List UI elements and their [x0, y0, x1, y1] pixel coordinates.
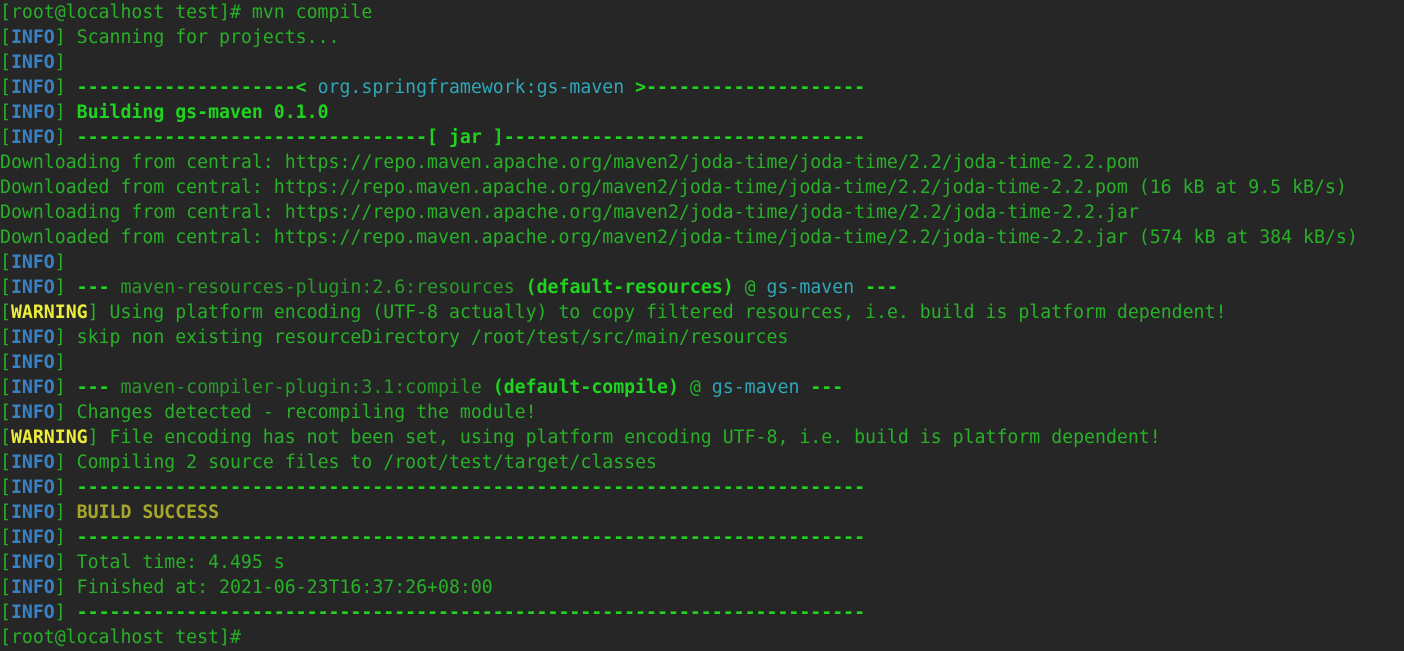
- log-line: [INFO]: [0, 52, 66, 73]
- plugin-name: maven-compiler-plugin:3.1:compile: [120, 377, 482, 398]
- log-line: [INFO]: [0, 352, 66, 373]
- plugin-execution: (default-resources): [525, 277, 734, 298]
- log-level-info: INFO: [10, 527, 55, 548]
- packaging-type: jar: [448, 127, 482, 148]
- at-sign: @: [689, 377, 701, 398]
- log-level-info: INFO: [10, 327, 55, 348]
- shell-command: mvn compile: [240, 2, 373, 23]
- project-name: gs-maven: [766, 277, 855, 298]
- log-line: [INFO] Compiling 2 source files to /root…: [0, 452, 658, 473]
- log-line: [INFO] Building gs-maven 0.1.0: [0, 102, 329, 123]
- header-dashes: >--------------------: [624, 77, 866, 98]
- at-sign: @: [744, 277, 756, 298]
- plugin-dashes: ---: [76, 377, 110, 398]
- log-line: [INFO] Total time: 4.495 s: [0, 552, 285, 573]
- log-level-info: INFO: [10, 77, 55, 98]
- log-line: [WARNING] File encoding has not been set…: [0, 427, 1161, 448]
- terminal-window[interactable]: [root@localhost test]# mvn compile [INFO…: [0, 0, 1404, 651]
- log-level-info: INFO: [10, 577, 55, 598]
- terminal-line-command: [root@localhost test]# mvn compile: [0, 0, 1404, 25]
- separator-line: ----------------------------------------…: [65, 477, 866, 498]
- log-level-warning: WARNING: [10, 427, 88, 448]
- log-level-info: INFO: [10, 252, 55, 273]
- log-level-info: INFO: [10, 102, 55, 123]
- log-line: [INFO]: [0, 252, 66, 273]
- project-name: gs-maven: [711, 377, 800, 398]
- log-message: Changes detected - recompiling the modul…: [65, 402, 537, 423]
- log-level-info: INFO: [10, 602, 55, 623]
- finished-at: Finished at: 2021-06-23T16:37:26+08:00: [65, 577, 493, 598]
- log-line: [INFO] --- maven-resources-plugin:2.6:re…: [0, 277, 898, 298]
- log-line: [INFO] ---------------------------------…: [0, 477, 866, 498]
- log-level-info: INFO: [10, 452, 55, 473]
- log-line: [INFO] Changes detected - recompiling th…: [0, 402, 537, 423]
- plugin-execution: (default-compile): [492, 377, 679, 398]
- log-level-warning: WARNING: [10, 302, 88, 323]
- plugin-name: maven-resources-plugin:2.6:resources: [120, 277, 515, 298]
- shell-prompt: [root@localhost test]#: [0, 627, 241, 648]
- log-line: [INFO] --- maven-compiler-plugin:3.1:com…: [0, 377, 844, 398]
- building-project: Building gs-maven 0.1.0: [76, 102, 329, 123]
- log-level-info: INFO: [10, 52, 55, 73]
- log-line: [WARNING] Using platform encoding (UTF-8…: [0, 302, 1227, 323]
- log-line: [INFO] ---------------------------------…: [0, 527, 866, 548]
- log-line: [INFO] skip non existing resourceDirecto…: [0, 327, 789, 348]
- log-message: Scanning for projects...: [65, 27, 340, 48]
- total-time: Total time: 4.495 s: [65, 552, 285, 573]
- log-level-info: INFO: [10, 377, 55, 398]
- log-level-info: INFO: [10, 352, 55, 373]
- header-dashes: ]---------------------------------: [481, 127, 866, 148]
- log-level-info: INFO: [10, 277, 55, 298]
- log-level-info: INFO: [10, 127, 55, 148]
- log-level-info: INFO: [10, 552, 55, 573]
- download-line: Downloading from central: https://repo.m…: [0, 202, 1139, 223]
- log-message: Compiling 2 source files to /root/test/t…: [65, 452, 658, 473]
- build-status: BUILD SUCCESS: [76, 502, 220, 523]
- log-level-info: INFO: [10, 477, 55, 498]
- log-line: [INFO] Scanning for projects...: [0, 27, 340, 48]
- terminal-line-prompt[interactable]: [root@localhost test]#: [0, 625, 1404, 650]
- plugin-dashes: ---: [865, 277, 898, 298]
- log-line: [INFO] ---------------------------------…: [0, 602, 866, 623]
- log-line: [INFO] BUILD SUCCESS: [0, 502, 220, 523]
- header-dashes: --------------------<: [65, 77, 318, 98]
- log-message: File encoding has not been set, using pl…: [98, 427, 1161, 448]
- log-level-info: INFO: [10, 502, 55, 523]
- artifact-id: org.springframework:gs-maven: [317, 77, 625, 98]
- log-level-info: INFO: [10, 27, 55, 48]
- plugin-dashes: ---: [76, 277, 110, 298]
- separator-line: ----------------------------------------…: [65, 602, 866, 623]
- shell-prompt: [root@localhost test]#: [0, 2, 241, 23]
- log-message: skip non existing resourceDirectory /roo…: [65, 327, 789, 348]
- header-dashes: --------------------------------[: [65, 127, 449, 148]
- log-message: Using platform encoding (UTF-8 actually)…: [98, 302, 1227, 323]
- log-line: [INFO] Finished at: 2021-06-23T16:37:26+…: [0, 577, 493, 598]
- log-level-info: INFO: [10, 402, 55, 423]
- log-line: [INFO] --------------------------------[…: [0, 127, 866, 148]
- separator-line: ----------------------------------------…: [65, 527, 866, 548]
- download-line: Downloading from central: https://repo.m…: [0, 152, 1139, 173]
- download-line: Downloaded from central: https://repo.ma…: [0, 177, 1347, 198]
- log-line: [INFO] --------------------< org.springf…: [0, 77, 866, 98]
- plugin-dashes: ---: [810, 377, 844, 398]
- download-line: Downloaded from central: https://repo.ma…: [0, 227, 1358, 248]
